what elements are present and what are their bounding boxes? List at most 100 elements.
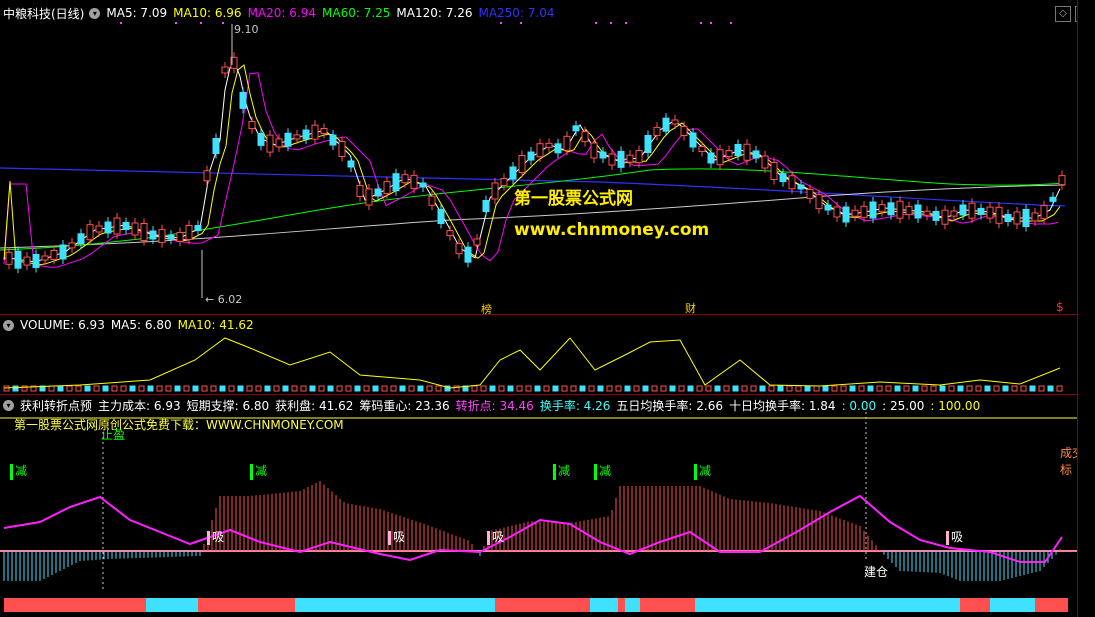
volume-bar xyxy=(723,385,730,392)
volume-bar xyxy=(102,385,109,392)
candle-body xyxy=(950,210,958,217)
volume-bar xyxy=(309,385,316,392)
candle-body xyxy=(140,223,148,241)
volume-bar xyxy=(588,385,595,392)
candle-body xyxy=(599,151,607,159)
candle-body xyxy=(86,224,94,241)
volume-bar xyxy=(840,385,847,392)
candle-body xyxy=(959,204,967,216)
candle-body xyxy=(158,229,166,244)
candle-body xyxy=(986,206,994,219)
candle-body xyxy=(572,125,580,132)
volume-bar xyxy=(543,385,550,392)
chevron-down-icon[interactable]: ▾ xyxy=(3,319,14,331)
candle-body xyxy=(905,206,913,216)
candle-body xyxy=(716,149,724,166)
candle-body xyxy=(365,188,373,206)
signal-band-segment xyxy=(1035,598,1068,612)
volume-bar xyxy=(291,385,298,392)
chevron-down-icon[interactable]: ▾ xyxy=(3,399,14,411)
volume-bar xyxy=(318,385,325,392)
candle-body xyxy=(725,150,733,158)
volume-bar xyxy=(12,385,19,392)
event-dot xyxy=(625,22,627,24)
event-dot xyxy=(222,22,224,24)
volume-bar xyxy=(957,385,964,392)
candle-body xyxy=(995,206,1003,224)
volume-bar xyxy=(57,385,64,392)
pane-divider-2[interactable] xyxy=(0,394,1077,395)
volume-bar xyxy=(570,385,577,392)
candle-body xyxy=(545,142,553,148)
absorb-marker xyxy=(388,530,391,545)
candle-body xyxy=(1013,211,1021,225)
volume-bar xyxy=(471,385,478,392)
reduce-marker xyxy=(10,463,13,480)
volume-bar xyxy=(156,385,163,392)
reduce-signal-0: 减 xyxy=(10,462,27,480)
volume-bar xyxy=(1056,385,1063,392)
volume-bar xyxy=(327,385,334,392)
candle-body xyxy=(95,225,103,233)
candle-body xyxy=(509,166,517,180)
candle-body xyxy=(941,209,949,225)
candle-body xyxy=(455,243,463,255)
candle-body xyxy=(752,150,760,159)
volume-bar xyxy=(921,385,928,392)
indicator-value-8: 十日均换手率: 1.84 xyxy=(728,398,836,413)
volume-bar xyxy=(390,385,397,392)
price-chart[interactable] xyxy=(0,20,1077,314)
volume-chart[interactable] xyxy=(0,330,1077,394)
candle-body xyxy=(806,188,814,199)
volume-bar xyxy=(516,385,523,392)
candle-body xyxy=(581,131,589,143)
candle-body xyxy=(671,119,679,125)
indicator-chart[interactable] xyxy=(0,412,1077,617)
volume-bar xyxy=(399,385,406,392)
candle-body xyxy=(464,246,472,263)
volume-bar xyxy=(1002,385,1009,392)
volume-bar xyxy=(642,385,649,392)
candle-body xyxy=(347,160,355,168)
volume-bar xyxy=(912,385,919,392)
volume-bar xyxy=(354,385,361,392)
volume-bar xyxy=(867,385,874,392)
pane-divider-1[interactable] xyxy=(0,314,1077,315)
candle-body xyxy=(788,175,796,190)
indicator-value-1: 主力成本: 6.93 xyxy=(98,398,181,413)
indicator-value-6: 换手率: 4.26 xyxy=(539,398,611,413)
volume-bar xyxy=(489,385,496,392)
candle-body xyxy=(860,205,868,218)
volume-bar xyxy=(795,385,802,392)
candle-body xyxy=(77,233,85,245)
marker-dollar[interactable]: $ xyxy=(1056,300,1064,314)
candle-body xyxy=(257,132,265,146)
candle-body xyxy=(1031,212,1039,222)
volume-bar xyxy=(129,385,136,392)
volume-bar xyxy=(705,385,712,392)
ma-values: MA5: 7.09 MA10: 6.96 MA20: 6.94 MA60: 7.25 M… xyxy=(106,6,560,20)
volume-bar xyxy=(525,385,532,392)
ma-value-4: MA120: 7.26 xyxy=(396,6,473,20)
candle-body xyxy=(5,251,13,265)
chevron-down-icon[interactable]: ▾ xyxy=(89,7,101,19)
candle-body xyxy=(239,91,247,109)
reduce-signal-1: 减 xyxy=(250,462,267,480)
volume-bar xyxy=(948,385,955,392)
promo-text[interactable]: 第一股票公式网原创公式免费下载：WWW.CHNMONEY.COM xyxy=(14,416,344,433)
volume-bar xyxy=(858,385,865,392)
volume-bar xyxy=(669,385,676,392)
candle-body xyxy=(275,138,283,148)
volume-bar xyxy=(1047,385,1054,392)
volume-bar xyxy=(381,385,388,392)
event-dot xyxy=(500,22,502,24)
candle-body xyxy=(131,222,139,236)
signal-band-segment xyxy=(625,598,640,612)
candle-body xyxy=(635,150,643,164)
candle-body xyxy=(500,178,508,186)
absorb-signal-2: 吸 xyxy=(487,528,504,545)
volume-bar xyxy=(552,385,559,392)
volume-bar xyxy=(1029,385,1036,392)
watermark-title: 第一股票公式网 xyxy=(514,189,633,209)
volume-bar xyxy=(534,385,541,392)
